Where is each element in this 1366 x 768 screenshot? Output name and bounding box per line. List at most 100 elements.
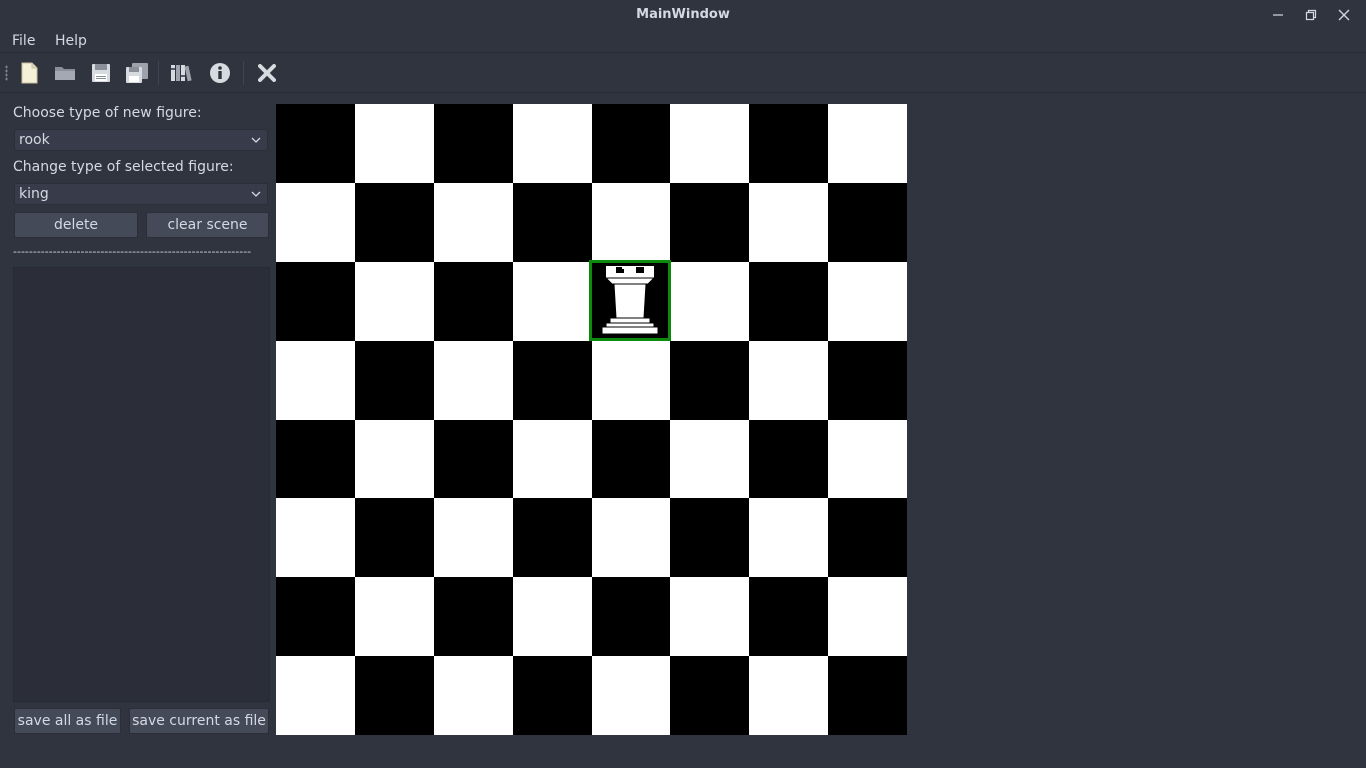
board-square[interactable] (433, 104, 513, 183)
new-figure-select-value: rook (19, 132, 50, 148)
board-square[interactable] (276, 340, 355, 420)
board-square[interactable] (828, 104, 907, 183)
board-square[interactable] (354, 340, 434, 420)
board-square[interactable] (670, 182, 750, 262)
board-square[interactable] (354, 261, 434, 341)
board-square[interactable] (591, 419, 671, 499)
board-square[interactable] (512, 340, 592, 420)
save-icon[interactable] (87, 59, 115, 87)
board-square[interactable] (354, 577, 434, 657)
board-square[interactable] (828, 498, 907, 578)
board-square[interactable] (354, 419, 434, 499)
board-square[interactable] (591, 656, 671, 735)
board-square[interactable] (591, 498, 671, 578)
toolbar-separator (158, 61, 159, 85)
white-rook-icon[interactable] (592, 263, 668, 338)
board-square[interactable] (828, 419, 907, 499)
board-square[interactable] (276, 498, 355, 578)
selected-piece-highlight[interactable] (589, 260, 671, 341)
board-square[interactable] (433, 577, 513, 657)
board-square[interactable] (749, 656, 829, 735)
new-file-icon[interactable] (15, 59, 43, 87)
save-all-button[interactable]: save all as file (14, 708, 121, 734)
new-figure-select[interactable]: rook (14, 129, 268, 151)
new-figure-label: Choose type of new figure: (13, 105, 202, 121)
chess-board[interactable] (276, 104, 907, 735)
board-square[interactable] (433, 419, 513, 499)
menu-file[interactable]: File (12, 33, 35, 49)
board-square[interactable] (512, 656, 592, 735)
restore-icon[interactable] (1298, 5, 1324, 25)
open-folder-icon[interactable] (51, 59, 79, 87)
chevron-down-icon (251, 137, 261, 143)
board-square[interactable] (670, 261, 750, 341)
close-icon[interactable] (1331, 5, 1357, 25)
board-square[interactable] (670, 498, 750, 578)
board-square[interactable] (433, 498, 513, 578)
library-icon[interactable] (168, 59, 196, 87)
board-square[interactable] (591, 182, 671, 262)
toolbar-handle[interactable] (5, 65, 8, 81)
chevron-down-icon (251, 191, 261, 197)
board-square[interactable] (276, 656, 355, 735)
change-figure-label: Change type of selected figure: (13, 159, 234, 175)
board-square[interactable] (433, 656, 513, 735)
board-square[interactable] (512, 577, 592, 657)
save-all-icon[interactable] (123, 59, 151, 87)
toolbar-divider (0, 92, 1366, 93)
board-square[interactable] (670, 104, 750, 183)
separator-line: ----------------------------------------… (13, 247, 252, 257)
change-figure-select-value: king (19, 186, 49, 202)
info-icon[interactable] (206, 59, 234, 87)
board-square[interactable] (828, 182, 907, 262)
board-square[interactable] (670, 656, 750, 735)
board-square[interactable] (276, 419, 355, 499)
board-square[interactable] (512, 498, 592, 578)
toolbar (0, 53, 1366, 92)
board-square[interactable] (828, 261, 907, 341)
close-x-icon[interactable] (253, 59, 281, 87)
change-figure-select[interactable]: king (14, 183, 268, 205)
board-square[interactable] (433, 261, 513, 341)
board-square[interactable] (749, 261, 829, 341)
board-square[interactable] (276, 577, 355, 657)
board-square[interactable] (591, 104, 671, 183)
clear-scene-button[interactable]: clear scene (146, 212, 269, 238)
board-square[interactable] (354, 182, 434, 262)
board-square[interactable] (828, 340, 907, 420)
board-square[interactable] (749, 104, 829, 183)
menu-help[interactable]: Help (55, 33, 87, 49)
menu-bar: File Help (0, 30, 1366, 52)
figures-list[interactable] (13, 267, 270, 702)
board-square[interactable] (512, 419, 592, 499)
board-square[interactable] (354, 498, 434, 578)
board-square[interactable] (591, 340, 671, 420)
board-square[interactable] (749, 340, 829, 420)
window-title: MainWindow (636, 7, 730, 22)
toolbar-separator (243, 61, 244, 85)
board-square[interactable] (276, 261, 355, 341)
board-square[interactable] (828, 577, 907, 657)
board-square[interactable] (433, 340, 513, 420)
minimize-icon[interactable] (1265, 5, 1291, 25)
board-square[interactable] (433, 182, 513, 262)
board-square[interactable] (749, 182, 829, 262)
board-square[interactable] (512, 182, 592, 262)
board-square[interactable] (276, 104, 355, 183)
board-square[interactable] (276, 182, 355, 262)
save-current-button[interactable]: save current as file (129, 708, 269, 734)
board-square[interactable] (670, 340, 750, 420)
board-square[interactable] (512, 104, 592, 183)
delete-button[interactable]: delete (14, 212, 138, 238)
title-bar: MainWindow (0, 0, 1366, 30)
board-square[interactable] (828, 656, 907, 735)
board-square[interactable] (670, 419, 750, 499)
board-square[interactable] (512, 261, 592, 341)
board-square[interactable] (591, 577, 671, 657)
board-square[interactable] (354, 104, 434, 183)
board-square[interactable] (670, 577, 750, 657)
board-square[interactable] (354, 656, 434, 735)
board-square[interactable] (749, 577, 829, 657)
board-square[interactable] (749, 498, 829, 578)
board-square[interactable] (749, 419, 829, 499)
